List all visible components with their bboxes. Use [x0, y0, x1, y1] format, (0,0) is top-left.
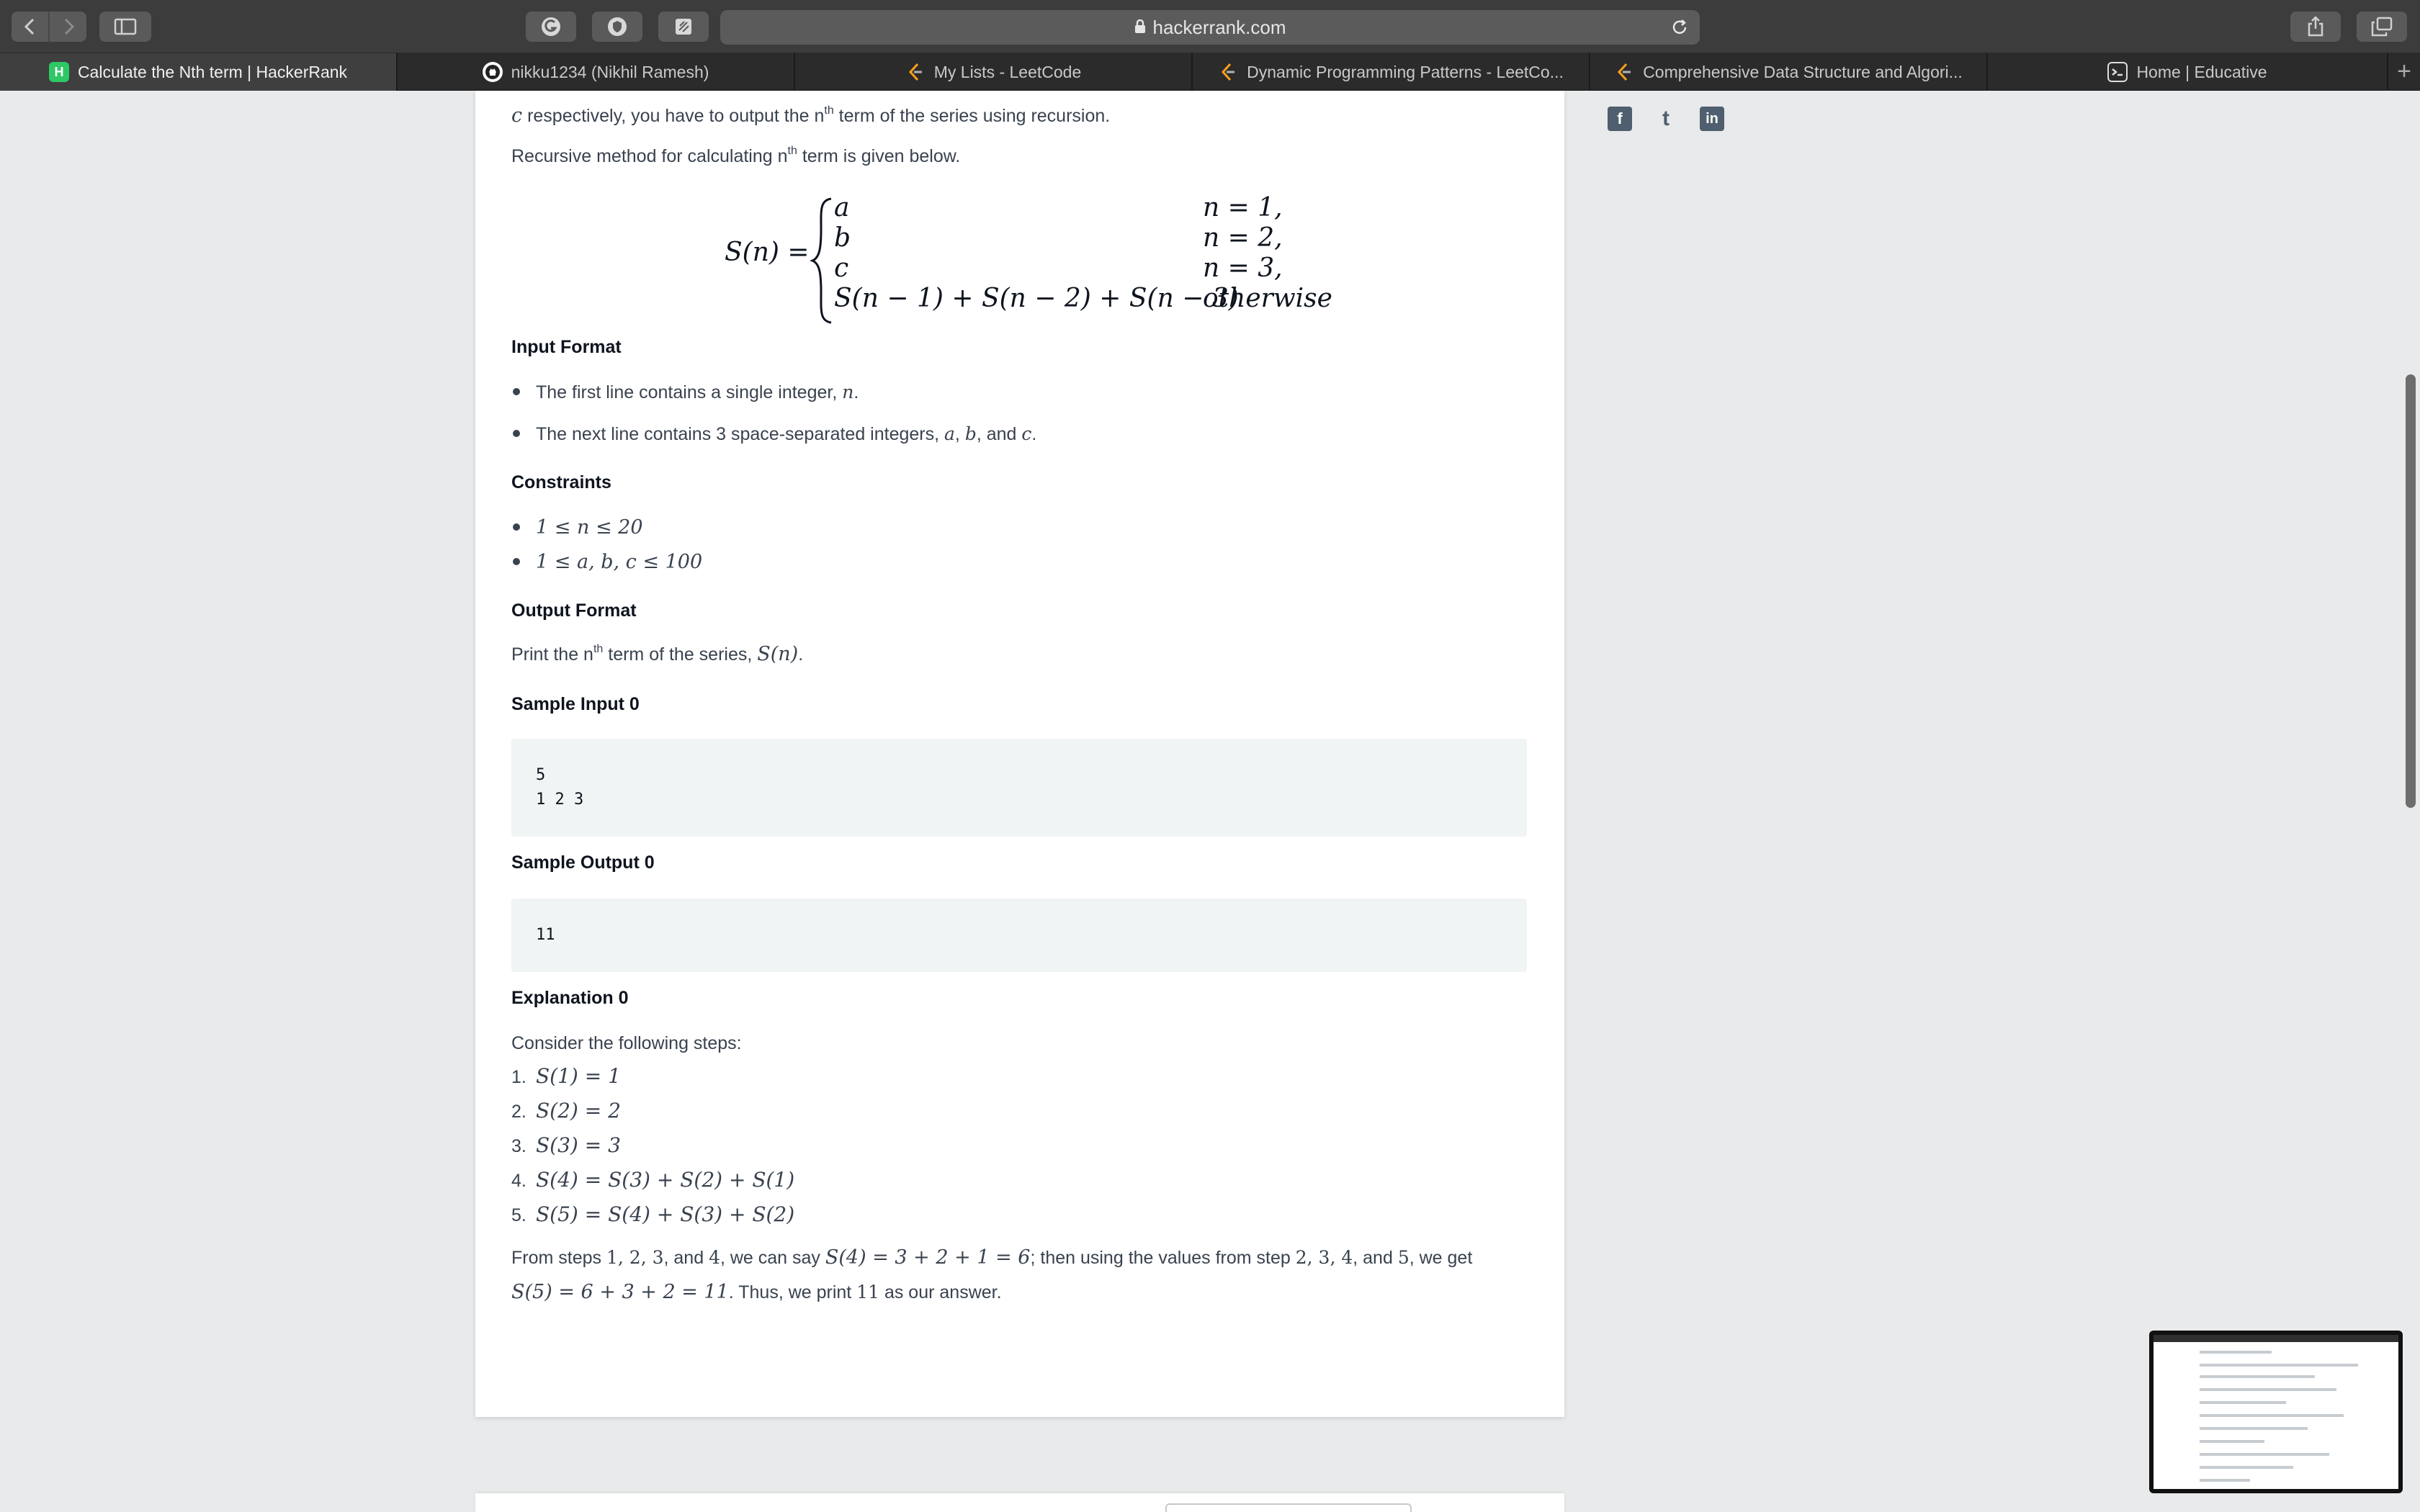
- recursive-text: Recursive method for calculating nth ter…: [511, 145, 961, 167]
- explanation-heading: Explanation 0: [511, 988, 629, 1008]
- tab-bar: H Calculate the Nth term | HackerRank ni…: [0, 53, 2420, 91]
- tab-leetcode-lists[interactable]: My Lists - LeetCode: [795, 53, 1193, 91]
- tab-label: Calculate the Nth term | HackerRank: [77, 62, 348, 81]
- input-format-item: The next line contains 3 space-separated…: [511, 422, 1036, 446]
- case-1-value: a: [834, 193, 850, 222]
- section-button[interactable]: [1165, 1503, 1412, 1512]
- adblock-extension-button[interactable]: [592, 12, 642, 42]
- step-item: 1. S(1) = 1: [511, 1064, 621, 1088]
- reload-icon[interactable]: [1670, 17, 1690, 42]
- social-share: f t in: [1608, 107, 1724, 131]
- problem-statement: c respectively, you have to output the n…: [475, 91, 1564, 1417]
- constraint-item: 1 ≤ a, b, c ≤ 100: [511, 550, 702, 575]
- address-bar[interactable]: hackerrank.com: [720, 10, 1700, 45]
- code-line: 1 2 3: [536, 791, 584, 809]
- tab-label: Home | Educative: [2136, 62, 2267, 81]
- tab-label: Comprehensive Data Structure and Algori.…: [1643, 62, 1963, 81]
- input-format-item: The first line contains a single integer…: [511, 380, 859, 405]
- tab-hackerrank[interactable]: H Calculate the Nth term | HackerRank: [0, 53, 398, 91]
- notes-icon: [676, 19, 691, 35]
- lock-icon: [1134, 17, 1146, 39]
- tab-leetcode-dp[interactable]: Dynamic Programming Patterns - LeetCo...: [1193, 53, 1590, 91]
- case-3-condition: n = 3,: [1203, 253, 1283, 283]
- nav-buttons: [12, 12, 86, 42]
- sample-output-code: 11: [511, 899, 1527, 972]
- case-2-condition: n = 2,: [1203, 223, 1283, 253]
- conclusion-line-2: S(5) = 6 + 3 + 2 = 11. Thus, we print 11…: [511, 1281, 1002, 1303]
- code-line: 11: [536, 926, 555, 944]
- tab-overview-button[interactable]: [2357, 12, 2407, 42]
- browser-toolbar: hackerrank.com: [0, 0, 2420, 53]
- back-button[interactable]: [12, 12, 48, 42]
- intro-text: c respectively, you have to output the n…: [511, 104, 1111, 127]
- url-text: hackerrank.com: [1152, 16, 1286, 38]
- sample-input-code: 5 1 2 3: [511, 739, 1527, 837]
- next-section-card: [475, 1493, 1564, 1512]
- page-thumbnail-preview[interactable]: [2149, 1331, 2403, 1493]
- share-icon: [2308, 16, 2323, 37]
- sample-input-heading: Sample Input 0: [511, 694, 640, 714]
- share-button[interactable]: [2290, 12, 2341, 42]
- case-4-condition: otherwise: [1203, 284, 1332, 313]
- output-format-text: Print the nth term of the series, S(n).: [511, 643, 804, 665]
- tab-label: Dynamic Programming Patterns - LeetCo...: [1247, 62, 1564, 81]
- conclusion-line-1: From steps 1, 2, 3, and 4, we can say S(…: [511, 1246, 1473, 1269]
- tabs-icon: [2371, 17, 2393, 37]
- leetcode-icon: [1614, 62, 1634, 82]
- leetcode-icon: [1218, 62, 1238, 82]
- twitter-icon[interactable]: t: [1654, 107, 1678, 131]
- github-icon: [482, 62, 503, 82]
- grammarly-extension-button[interactable]: [526, 12, 576, 42]
- step-item: 3. S(3) = 3: [511, 1133, 621, 1157]
- case-4-value: S(n − 1) + S(n − 2) + S(n − 3): [834, 284, 1239, 313]
- educative-icon: [2107, 62, 2128, 82]
- tab-label: nikku1234 (Nikhil Ramesh): [511, 62, 709, 81]
- linkedin-icon[interactable]: in: [1700, 107, 1724, 131]
- output-format-heading: Output Format: [511, 600, 637, 621]
- sample-output-heading: Sample Output 0: [511, 852, 655, 873]
- sidebar-button[interactable]: [99, 12, 151, 42]
- grammarly-icon: [542, 17, 560, 36]
- forward-button[interactable]: [48, 12, 86, 42]
- new-tab-button[interactable]: +: [2388, 53, 2420, 90]
- input-format-heading: Input Format: [511, 337, 622, 357]
- tab-educative[interactable]: Home | Educative: [1988, 53, 2388, 91]
- tab-github[interactable]: nikku1234 (Nikhil Ramesh): [398, 53, 795, 91]
- tab-leetcode-dsa[interactable]: Comprehensive Data Structure and Algori.…: [1590, 53, 1988, 91]
- page-scrollbar[interactable]: [2406, 374, 2416, 808]
- shield-icon: [608, 17, 627, 36]
- case-1-condition: n = 1,: [1203, 193, 1283, 222]
- left-brace: [810, 197, 832, 324]
- step-item: 4. S(4) = S(3) + S(2) + S(1): [511, 1168, 795, 1192]
- explanation-intro: Consider the following steps:: [511, 1033, 742, 1053]
- case-3-value: c: [834, 253, 849, 283]
- hackerrank-icon: H: [48, 62, 69, 82]
- tab-label: My Lists - LeetCode: [933, 62, 1082, 81]
- case-2-value: b: [834, 223, 851, 253]
- notes-extension-button[interactable]: [658, 12, 709, 42]
- chevron-left-icon: [24, 18, 34, 35]
- code-line: 5: [536, 766, 546, 784]
- plus-icon: +: [2397, 58, 2411, 85]
- sidebar-icon: [114, 18, 137, 35]
- formula-lhs: S(n) =: [725, 238, 810, 267]
- constraints-heading: Constraints: [511, 472, 611, 492]
- step-item: 2. S(2) = 2: [511, 1099, 621, 1122]
- step-item: 5. S(5) = S(4) + S(3) + S(2): [511, 1202, 795, 1226]
- leetcode-icon: [905, 62, 926, 82]
- constraint-item: 1 ≤ n ≤ 20: [511, 516, 643, 540]
- facebook-icon[interactable]: f: [1608, 107, 1632, 131]
- chevron-right-icon: [64, 18, 74, 35]
